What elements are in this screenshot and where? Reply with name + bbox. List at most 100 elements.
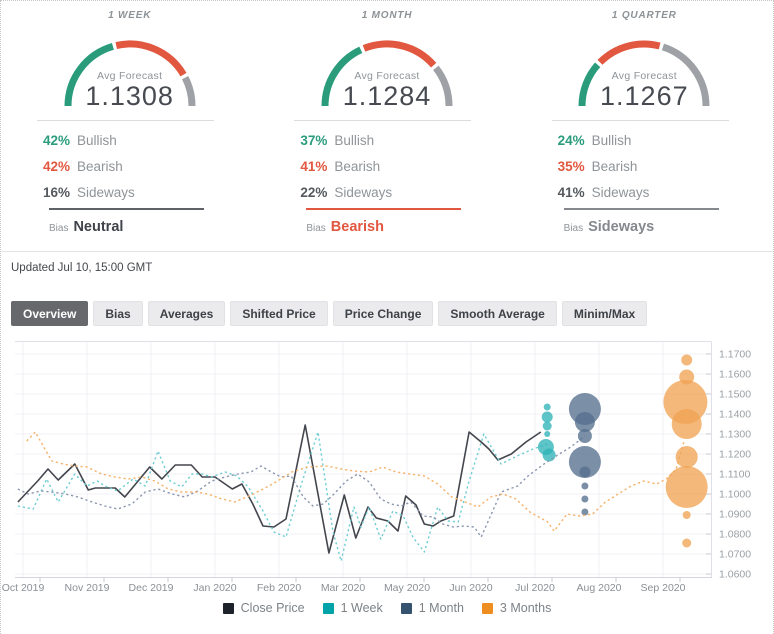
gauge-segment-bearish: [600, 44, 660, 62]
avg-forecast-label: Avg Forecast: [312, 70, 462, 82]
x-tick-label: Nov 2019: [65, 582, 110, 594]
sideways-row: 16%Sideways: [1, 179, 258, 205]
forecast-bubble-3-months: [666, 466, 708, 508]
bullish-label: Bullish: [77, 133, 117, 148]
tab-averages[interactable]: Averages: [148, 301, 226, 326]
gauge-card-1-quarter: 1 QUARTER Avg Forecast 1.1267 24%Bullish…: [516, 1, 773, 235]
y-tick-label: 1.1600: [719, 369, 751, 381]
bias-row: Bias Sideways: [516, 219, 773, 235]
tab-minim-max[interactable]: Minim/Max: [562, 301, 647, 326]
chart-canvas: 1.17001.16001.15001.14001.13001.12001.11…: [1, 339, 774, 597]
bias-row: Bias Bearish: [258, 219, 515, 235]
sideways-label: Sideways: [77, 185, 135, 200]
bias-value: Bearish: [331, 219, 384, 235]
bullish-percent: 24%: [558, 133, 592, 148]
one-month-swatch-icon: [401, 603, 412, 614]
forecast-bubble-1-month: [579, 467, 590, 478]
bearish-row: 35%Bearish: [516, 153, 773, 179]
y-tick-label: 1.1500: [719, 389, 751, 401]
x-tick-label: Sep 2020: [641, 582, 686, 594]
bearish-label: Bearish: [592, 159, 638, 174]
bearish-label: Bearish: [77, 159, 123, 174]
bias-word: Bias: [306, 223, 325, 234]
updated-timestamp: Updated Jul 10, 15:00 GMT: [1, 252, 773, 274]
x-tick-label: Aug 2020: [577, 582, 622, 594]
gauge-figure: Avg Forecast 1.1267: [569, 26, 719, 110]
avg-forecast-value: 1.1267: [569, 82, 719, 110]
legend-item-1-week: 1 Week: [323, 601, 383, 615]
chart-legend: Close Price 1 Week 1 Month 3 Months: [1, 601, 773, 615]
gauge-center: Avg Forecast 1.1308: [55, 70, 205, 110]
forecast-bubble-3-months: [683, 511, 691, 519]
chart-tab-bar: Overview Bias Averages Shifted Price Pri…: [11, 301, 773, 326]
bias-row: Bias Neutral: [1, 219, 258, 235]
avg-forecast-label: Avg Forecast: [569, 70, 719, 82]
legend-item-close-price: Close Price: [223, 601, 305, 615]
sideways-row: 41%Sideways: [516, 179, 773, 205]
gauge-period-title: 1 MONTH: [258, 10, 515, 21]
gauge-figure: Avg Forecast 1.1308: [55, 26, 205, 110]
avg-forecast-label: Avg Forecast: [55, 70, 205, 82]
forecast-bubble-1-month: [581, 509, 588, 516]
gauge-center: Avg Forecast 1.1284: [312, 70, 462, 110]
forecast-bubble-3-months: [672, 409, 702, 439]
tab-bias[interactable]: Bias: [93, 301, 142, 326]
forecast-bubble-1-week: [542, 412, 553, 423]
divider: [552, 120, 729, 121]
bearish-row: 41%Bearish: [258, 153, 515, 179]
gauge-figure: Avg Forecast 1.1284: [312, 26, 462, 110]
legend-label: 3 Months: [500, 601, 551, 615]
bias-underline: [49, 208, 204, 210]
sentiment-rows: 42%Bullish 42%Bearish 16%Sideways: [1, 127, 258, 205]
x-tick-label: Jul 2020: [515, 582, 555, 594]
y-tick-label: 1.0800: [719, 529, 751, 541]
bullish-percent: 37%: [300, 133, 334, 148]
tab-shifted-price[interactable]: Shifted Price: [230, 301, 327, 326]
bias-word: Bias: [49, 223, 68, 234]
sideways-percent: 16%: [43, 185, 77, 200]
sideways-label: Sideways: [592, 185, 650, 200]
y-tick-label: 1.0900: [719, 509, 751, 521]
x-tick-label: Oct 2019: [2, 582, 45, 594]
one-week-swatch-icon: [323, 603, 334, 614]
forecast-bubble-1-week: [543, 422, 552, 431]
gauge-card-1-week: 1 WEEK Avg Forecast 1.1308 42%Bullish 42…: [1, 1, 258, 235]
avg-forecast-value: 1.1284: [312, 82, 462, 110]
tab-price-change[interactable]: Price Change: [333, 301, 434, 326]
legend-item-1-month: 1 Month: [401, 601, 464, 615]
tab-smooth-average[interactable]: Smooth Average: [438, 301, 556, 326]
bias-underline: [564, 208, 719, 210]
bullish-row: 24%Bullish: [516, 127, 773, 153]
legend-item-3-months: 3 Months: [482, 601, 551, 615]
bullish-percent: 42%: [43, 133, 77, 148]
legend-label: Close Price: [241, 601, 305, 615]
x-tick-label: Feb 2020: [257, 582, 302, 594]
sideways-percent: 41%: [558, 185, 592, 200]
gauge-segment-bearish: [364, 44, 434, 65]
divider: [37, 120, 214, 121]
close-price-swatch-icon: [223, 603, 234, 614]
three-months-swatch-icon: [482, 603, 493, 614]
legend-label: 1 Week: [341, 601, 383, 615]
y-tick-label: 1.1300: [719, 429, 751, 441]
forecast-bubble-3-months: [676, 446, 698, 468]
tab-overview[interactable]: Overview: [11, 301, 88, 326]
bullish-row: 42%Bullish: [1, 127, 258, 153]
y-tick-label: 1.1200: [719, 449, 751, 461]
bullish-label: Bullish: [592, 133, 632, 148]
bearish-percent: 42%: [43, 159, 77, 174]
bias-value: Sideways: [588, 219, 654, 235]
gauge-period-title: 1 WEEK: [1, 10, 258, 21]
sideways-percent: 22%: [300, 185, 334, 200]
bearish-label: Bearish: [334, 159, 380, 174]
forecast-bubble-3-months: [682, 539, 691, 548]
bullish-row: 37%Bullish: [258, 127, 515, 153]
gauge-center: Avg Forecast 1.1267: [569, 70, 719, 110]
series-line-1-month: [18, 436, 585, 537]
gauge-period-title: 1 QUARTER: [516, 10, 773, 21]
x-tick-label: Jan 2020: [193, 582, 236, 594]
series-line-1-week: [18, 432, 547, 561]
bullish-label: Bullish: [334, 133, 374, 148]
forecast-bubble-1-week: [543, 449, 556, 462]
gauge-card-1-month: 1 MONTH Avg Forecast 1.1284 37%Bullish 4…: [258, 1, 515, 235]
